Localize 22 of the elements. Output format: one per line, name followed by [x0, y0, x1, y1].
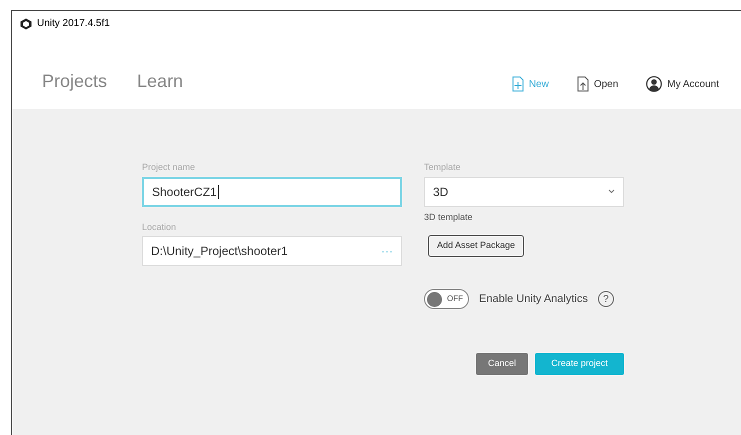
open-button[interactable]: Open — [576, 76, 618, 92]
add-asset-package-button[interactable]: Add Asset Package — [428, 235, 524, 257]
nav-tab[interactable]: Learn — [137, 68, 184, 95]
analytics-label: Enable Unity Analytics — [479, 292, 588, 307]
window-title: Unity 2017.4.5f1 — [37, 17, 110, 31]
new-file-icon — [512, 76, 524, 92]
cancel-button[interactable]: Cancel — [476, 353, 528, 375]
field-label: Project name — [142, 161, 196, 174]
field-label: Template — [424, 161, 462, 174]
upload-file-icon — [576, 76, 589, 92]
analytics-toggle[interactable]: OFF — [424, 289, 469, 309]
chevron-down-icon — [608, 189, 615, 194]
project-name-field[interactable]: ShooterCZ1 — [142, 176, 402, 206]
template-description: 3D template — [424, 210, 474, 224]
cube-logo-icon — [20, 18, 32, 30]
account-button[interactable]: My Account — [646, 76, 719, 92]
field-label: Location — [142, 220, 178, 234]
nav-tab[interactable]: Projects — [42, 68, 108, 95]
help-button[interactable]: ? — [598, 291, 614, 307]
location-field[interactable]: D:\Unity_Project\shooter1 ··· — [142, 236, 402, 266]
template-dropdown[interactable]: 3D — [424, 176, 624, 206]
user-avatar-icon — [646, 76, 662, 92]
